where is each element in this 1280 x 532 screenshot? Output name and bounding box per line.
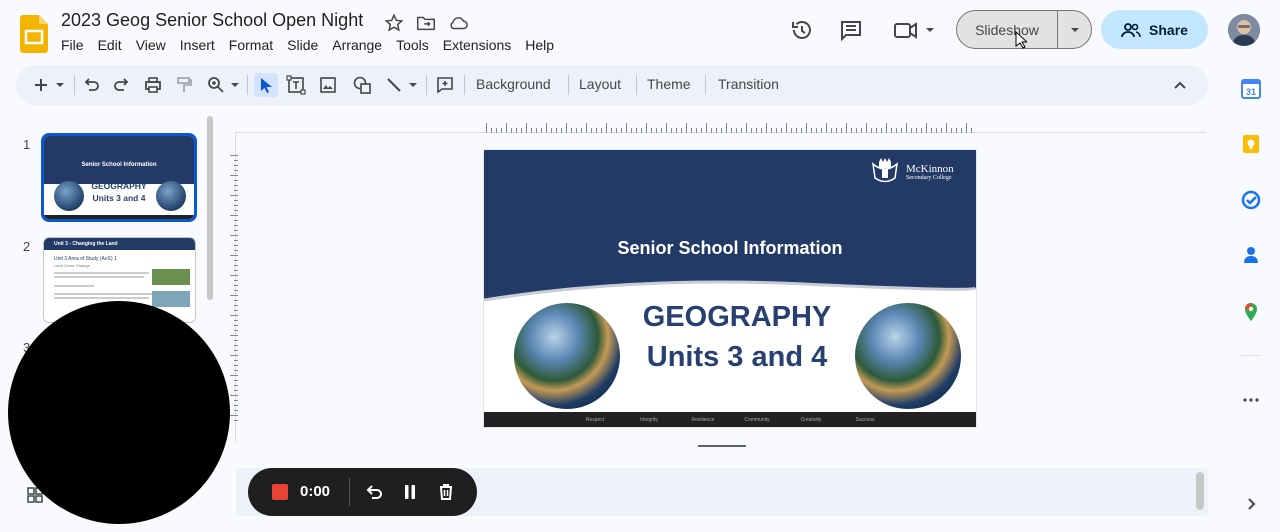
- webcam-bubble[interactable]: [8, 301, 230, 524]
- thumb-photo: [152, 269, 190, 285]
- footer-value: Resilience: [691, 416, 715, 423]
- footer-value: Community: [744, 416, 770, 423]
- star-icon[interactable]: [383, 12, 405, 34]
- new-slide-dropdown-icon[interactable]: [54, 74, 66, 96]
- delete-icon[interactable]: [436, 482, 456, 502]
- redo-icon[interactable]: [111, 74, 133, 96]
- menu-insert[interactable]: Insert: [173, 36, 222, 54]
- recording-controls: 0:00: [248, 468, 477, 516]
- side-panel: 31: [1222, 65, 1280, 532]
- globe-image-right: [855, 303, 961, 409]
- filmstrip-scrollbar[interactable]: [207, 116, 213, 300]
- globe-image: [156, 181, 186, 211]
- canvas-scrollbar[interactable]: [698, 445, 746, 447]
- print-icon[interactable]: [142, 74, 164, 96]
- slide-canvas[interactable]: McKinnon Secondary College Senior School…: [484, 150, 976, 427]
- thumb-title: GEOGRAPHY Units 3 and 4: [91, 181, 147, 203]
- paint-format-icon[interactable]: [173, 74, 195, 96]
- slides-logo-icon[interactable]: [20, 15, 48, 53]
- slide-subtitle: Senior School Information: [617, 238, 843, 258]
- mckinnon-logo: McKinnon Secondary College: [869, 158, 954, 186]
- toolbar: Background Layout Theme Transition: [16, 65, 1208, 105]
- slide-number: 2: [23, 239, 31, 254]
- insert-image-icon[interactable]: [317, 74, 339, 96]
- menu-bar: File Edit View Insert Format Slide Arran…: [54, 36, 561, 54]
- svg-text:31: 31: [1246, 87, 1256, 97]
- zoom-dropdown-icon[interactable]: [229, 74, 241, 96]
- thumb-header: Unit 3 - Changing the Land: [54, 241, 118, 247]
- new-slide-icon[interactable]: [30, 74, 52, 96]
- collapse-toolbar-icon[interactable]: [1169, 74, 1191, 96]
- menu-format[interactable]: Format: [222, 36, 280, 54]
- version-history-icon[interactable]: [788, 16, 816, 44]
- menu-slide[interactable]: Slide: [280, 36, 325, 54]
- footer-value: Success: [855, 416, 875, 423]
- mouse-cursor-icon: [1015, 31, 1027, 49]
- menu-extensions[interactable]: Extensions: [436, 36, 518, 54]
- slideshow-button[interactable]: Slideshow: [957, 11, 1058, 48]
- thumb-photo: [152, 291, 190, 307]
- menu-tools[interactable]: Tools: [389, 36, 436, 54]
- recording-time: 0:00: [300, 483, 331, 500]
- shape-icon[interactable]: [351, 74, 373, 96]
- slide-title: GEOGRAPHY Units 3 and 4: [642, 301, 832, 373]
- share-button[interactable]: Share: [1101, 10, 1208, 49]
- logo-subtitle: Secondary College: [906, 174, 952, 181]
- crest-icon: [871, 158, 899, 183]
- calendar-icon[interactable]: 31: [1241, 79, 1261, 99]
- contacts-icon[interactable]: [1241, 245, 1261, 265]
- line-dropdown-icon[interactable]: [407, 74, 419, 96]
- stop-recording-icon[interactable]: [272, 484, 288, 500]
- slideshow-dropdown-icon[interactable]: [1058, 11, 1091, 48]
- expand-panel-icon[interactable]: [1241, 494, 1261, 514]
- line-icon[interactable]: [383, 74, 405, 96]
- menu-file[interactable]: File: [54, 36, 91, 54]
- undo-icon[interactable]: [80, 74, 102, 96]
- footer-value: Integrity: [640, 416, 658, 423]
- meet-video-icon[interactable]: [891, 16, 937, 44]
- maps-icon[interactable]: [1241, 302, 1261, 322]
- background-button[interactable]: Background: [476, 76, 551, 92]
- footer-value: Creativity: [800, 416, 822, 423]
- logo-name: McKinnon: [906, 162, 954, 175]
- keep-icon[interactable]: [1241, 134, 1261, 154]
- thumb-subtitle: Land Cover Change: [54, 263, 90, 268]
- menu-edit[interactable]: Edit: [91, 36, 129, 54]
- menu-help[interactable]: Help: [518, 36, 561, 54]
- comments-icon[interactable]: [837, 16, 865, 44]
- vertical-ruler[interactable]: [230, 155, 238, 425]
- footer-value: Respect: [585, 416, 605, 423]
- horizontal-ruler[interactable]: [486, 123, 976, 133]
- menu-arrange[interactable]: Arrange: [325, 36, 389, 54]
- share-label: Share: [1149, 21, 1188, 38]
- globe-image-left: [514, 303, 620, 409]
- cloud-status-icon[interactable]: [447, 12, 469, 34]
- notes-scrollbar[interactable]: [1196, 472, 1204, 510]
- thumb-title: Unit 3 Area of Study (AoS) 1: [54, 256, 117, 262]
- add-comment-icon[interactable]: [434, 74, 456, 96]
- zoom-icon[interactable]: [205, 74, 227, 96]
- document-title[interactable]: 2023 Geog Senior School Open Night: [61, 10, 363, 31]
- restart-recording-icon[interactable]: [364, 482, 384, 502]
- text-box-icon[interactable]: [285, 74, 307, 96]
- globe-image: [54, 181, 84, 211]
- slide-thumbnail-1[interactable]: Senior School Information GEOGRAPHY Unit…: [41, 133, 197, 222]
- theme-button[interactable]: Theme: [647, 76, 691, 92]
- move-folder-icon[interactable]: [415, 12, 437, 34]
- menu-view[interactable]: View: [129, 36, 173, 54]
- thumb-header: Senior School Information: [81, 162, 157, 168]
- pause-icon[interactable]: [400, 482, 420, 502]
- tasks-icon[interactable]: [1241, 190, 1261, 210]
- layout-button[interactable]: Layout: [579, 76, 621, 92]
- slide-footer: Respect Integrity Resilience Community C…: [484, 412, 976, 427]
- transition-button[interactable]: Transition: [718, 76, 779, 92]
- more-icon[interactable]: [1241, 390, 1261, 410]
- slide-number: 1: [23, 137, 31, 152]
- select-tool-icon[interactable]: [254, 73, 278, 97]
- avatar[interactable]: [1228, 14, 1260, 46]
- people-icon: [1121, 22, 1141, 37]
